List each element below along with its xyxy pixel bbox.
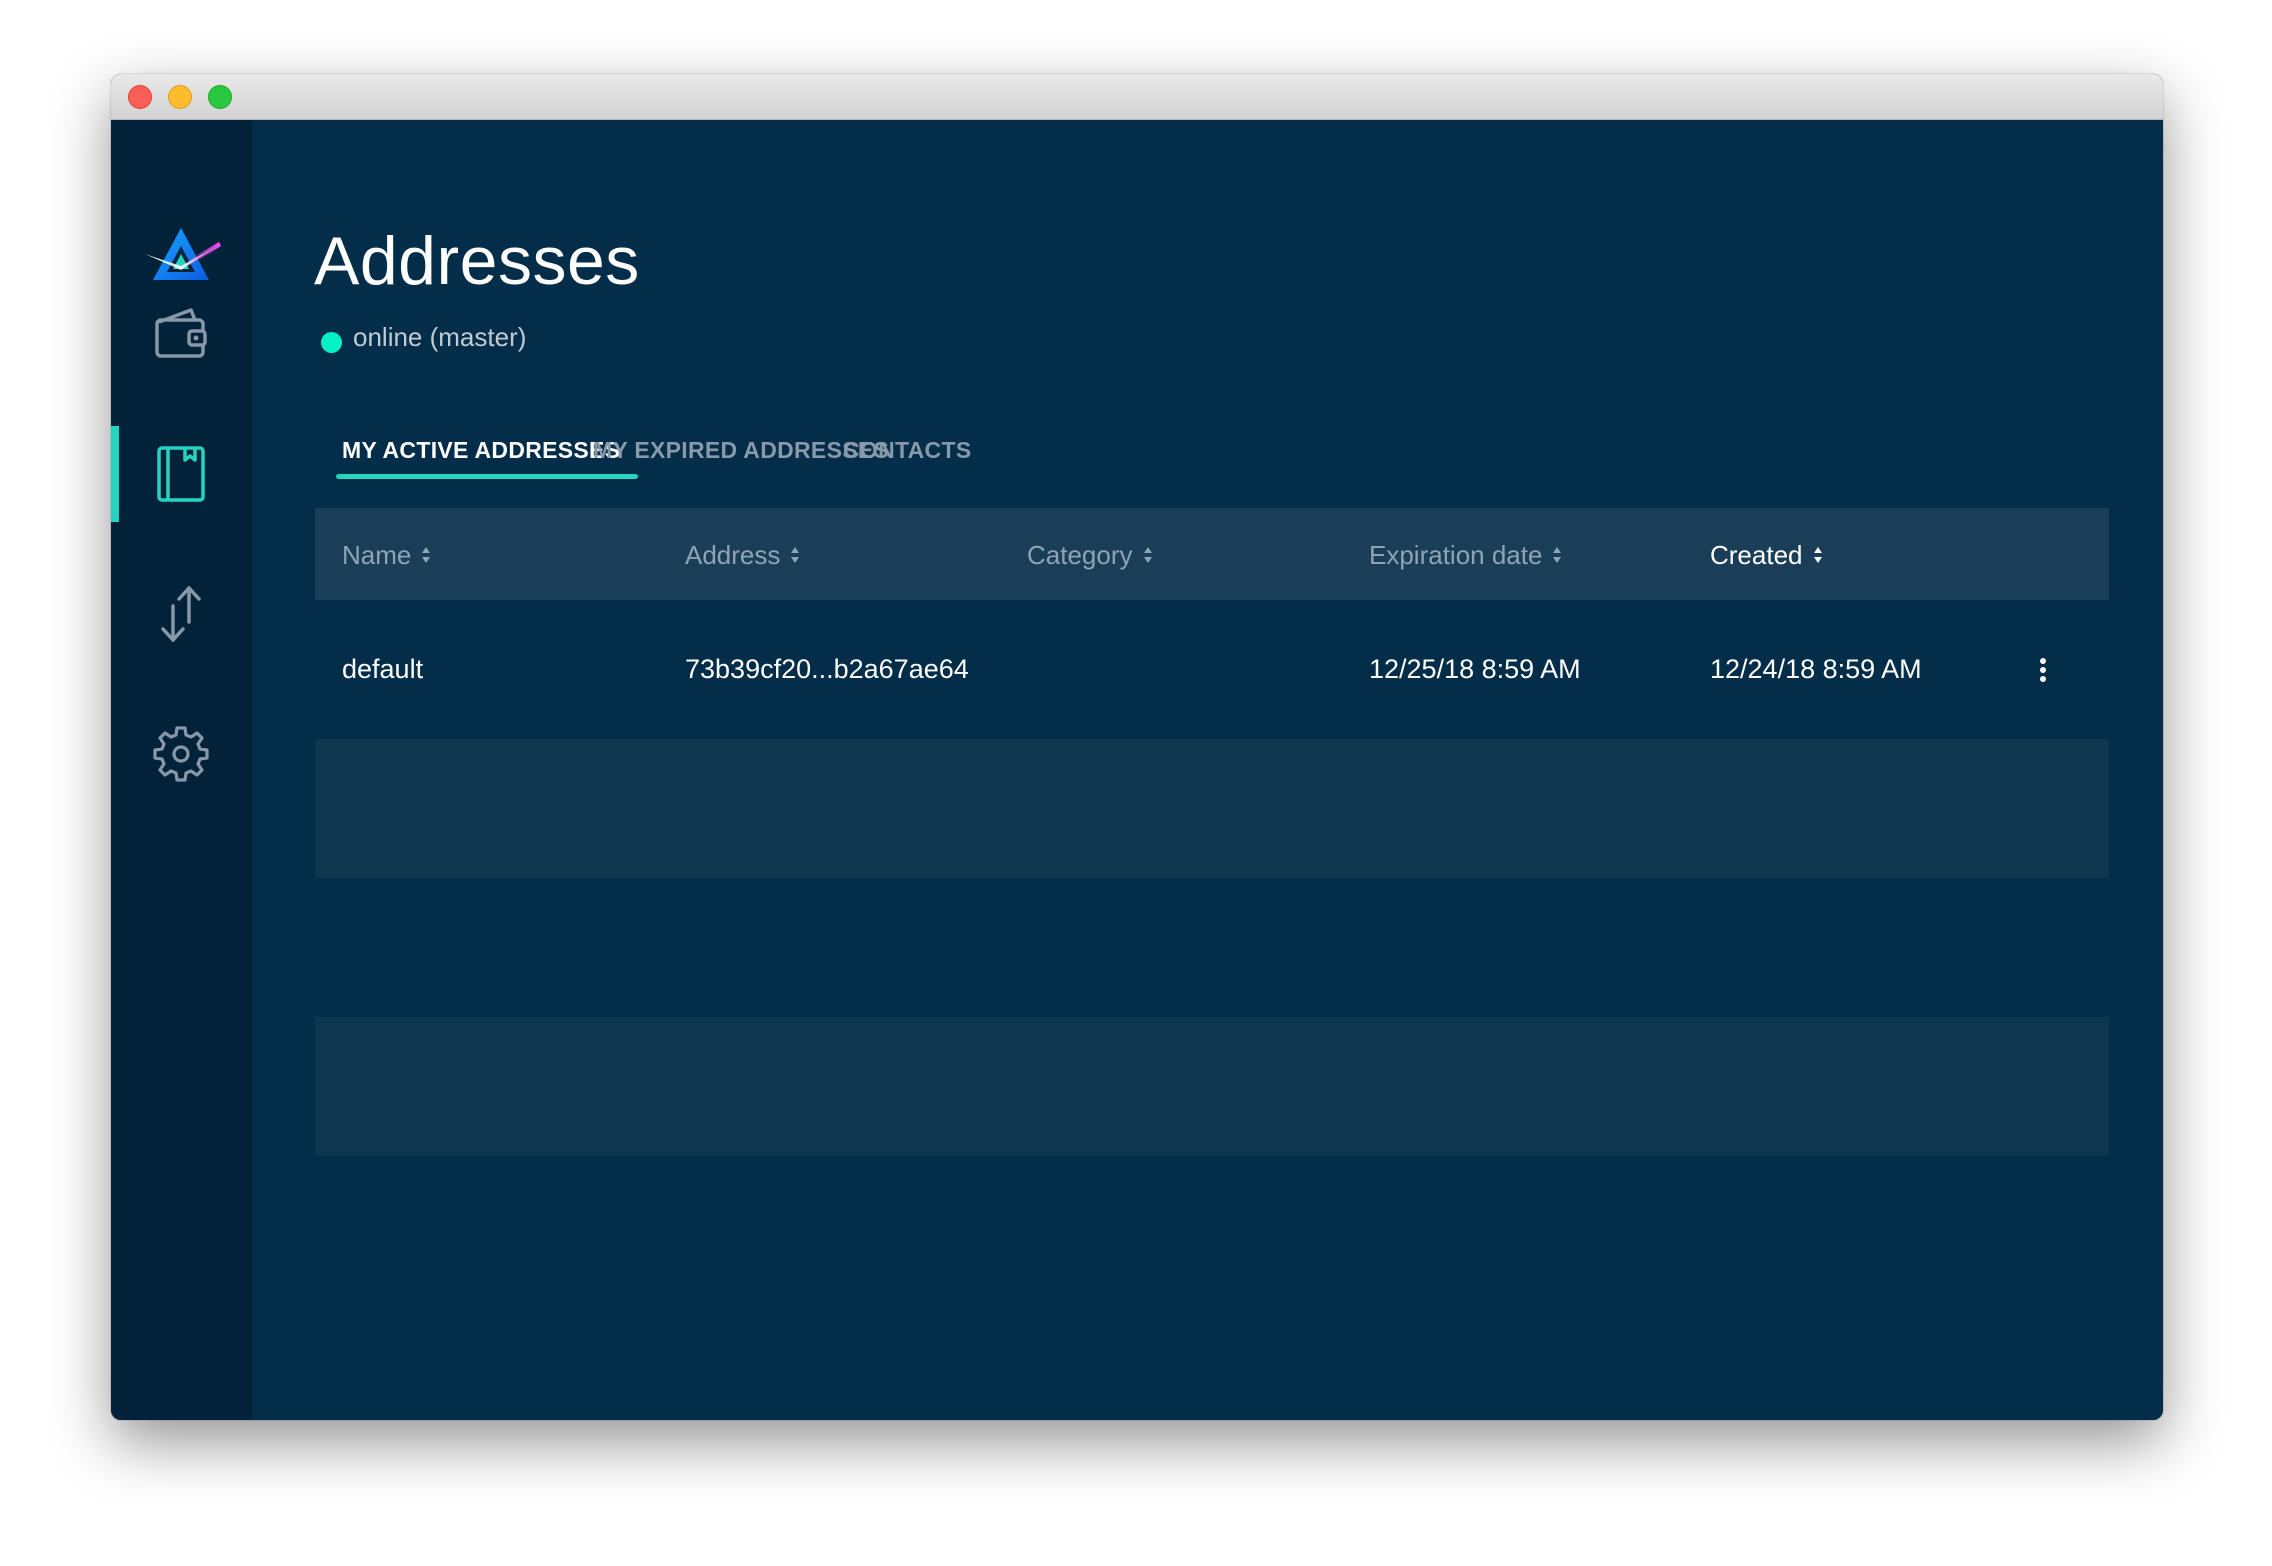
sidebar-item-settings[interactable] — [111, 706, 252, 802]
gear-icon — [153, 726, 209, 782]
sort-icon — [1552, 540, 1562, 571]
transfer-arrows-icon — [161, 586, 201, 642]
sidebar-item-transfers[interactable] — [111, 566, 252, 662]
addresses-table: Name Address Category Expiration date Cr… — [315, 508, 2109, 1156]
minimize-window-button[interactable] — [168, 85, 192, 109]
cell-expiration-date: 12/25/18 8:59 AM — [1369, 654, 1581, 684]
active-indicator — [111, 426, 119, 522]
column-header-label: Name — [342, 540, 412, 570]
column-header-expiration-date[interactable]: Expiration date — [1369, 540, 1562, 573]
table-row[interactable]: default 73b39cf20...b2a67ae64 12/25/18 8… — [315, 600, 2109, 739]
title-bar — [111, 74, 2163, 120]
empty-row — [315, 739, 2109, 878]
app-window: Addresses online (master) MY ACTIVE ADDR… — [111, 74, 2163, 1420]
table-header: Name Address Category Expiration date Cr… — [315, 508, 2109, 600]
more-options-icon[interactable] — [2031, 650, 2055, 690]
column-header-name[interactable]: Name — [342, 540, 431, 573]
cell-address: 73b39cf20...b2a67ae64 — [685, 654, 969, 684]
sidebar-item-addresses[interactable] — [111, 426, 252, 522]
empty-row — [315, 1017, 2109, 1156]
sidebar — [111, 120, 252, 1420]
status-indicator — [321, 332, 342, 353]
column-header-category[interactable]: Category — [1027, 540, 1153, 573]
tab-my-active-addresses[interactable]: MY ACTIVE ADDRESSES — [342, 437, 620, 464]
column-header-label: Expiration date — [1369, 540, 1543, 570]
sort-icon — [790, 540, 800, 571]
address-book-icon — [157, 446, 205, 502]
tab-contacts[interactable]: CONTACTS — [843, 437, 971, 464]
sort-icon — [1813, 540, 1823, 571]
sort-icon — [1143, 540, 1153, 571]
column-header-created[interactable]: Created — [1710, 540, 1823, 573]
column-header-label: Created — [1710, 540, 1803, 570]
active-tab-underline — [336, 474, 638, 479]
close-window-button[interactable] — [128, 85, 152, 109]
sort-icon — [421, 540, 431, 571]
main-content: Addresses online (master) MY ACTIVE ADDR… — [252, 120, 2163, 1420]
column-header-label: Address — [685, 540, 781, 570]
wallet-icon — [155, 308, 207, 358]
maximize-window-button[interactable] — [208, 85, 232, 109]
column-header-label: Category — [1027, 540, 1133, 570]
column-header-address[interactable]: Address — [685, 540, 800, 573]
empty-row — [315, 878, 2109, 1017]
page-title: Addresses — [314, 223, 640, 299]
sidebar-item-wallet[interactable] — [111, 286, 252, 382]
cell-created: 12/24/18 8:59 AM — [1710, 654, 1922, 684]
beam-logo — [145, 224, 221, 288]
cell-name: default — [342, 654, 424, 684]
status-text: online (master) — [353, 322, 527, 352]
